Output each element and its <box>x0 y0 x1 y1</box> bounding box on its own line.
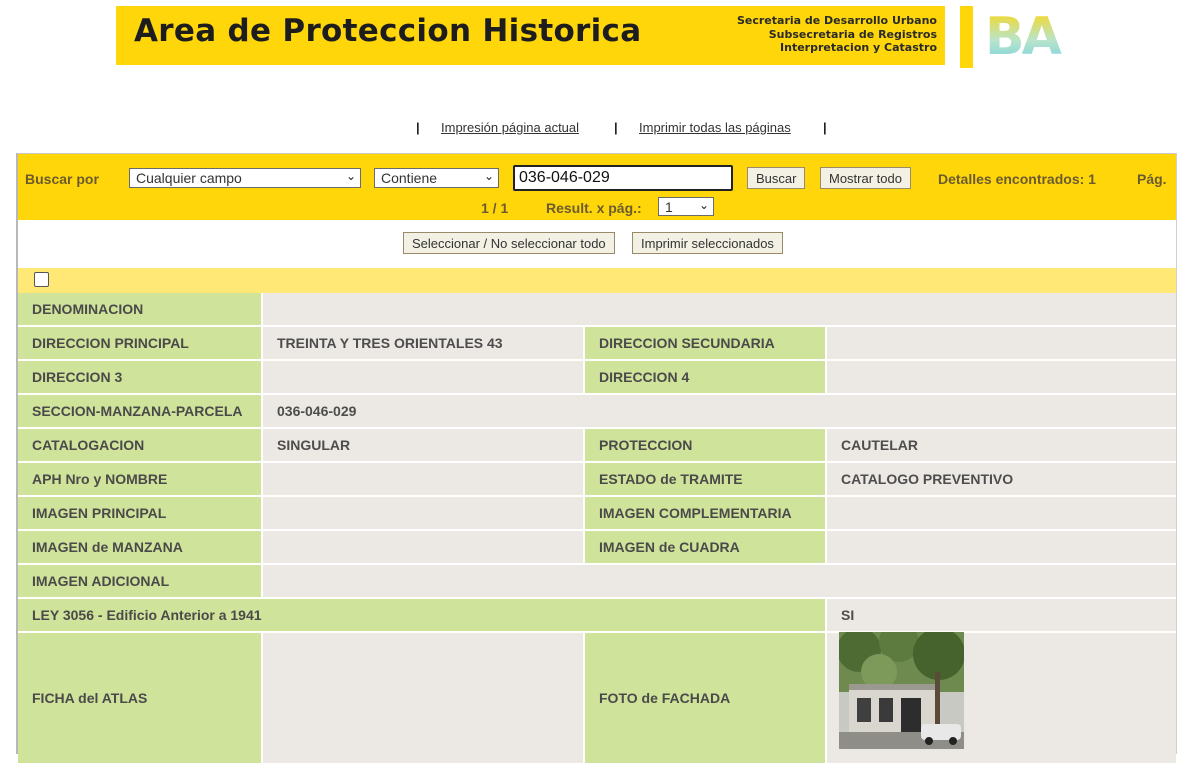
value-imagen-principal <box>263 497 583 529</box>
search-button[interactable]: Buscar <box>747 167 806 189</box>
value-seccion-manzana-parcela: 036-046-029 <box>263 395 1176 427</box>
label-imagen-principal: IMAGEN PRINCIPAL <box>18 497 261 529</box>
org-line-1: Secretaria de Desarrollo Urbano <box>736 14 937 27</box>
print-current-page-link[interactable]: Impresión página actual <box>441 120 579 135</box>
label-imagen-cuadra: IMAGEN de CUADRA <box>585 531 825 563</box>
label-seccion-manzana-parcela: SECCION-MANZANA-PARCELA <box>18 395 261 427</box>
label-direccion-secundaria: DIRECCION SECUNDARIA <box>585 327 825 359</box>
label-estado-tramite: ESTADO de TRAMITE <box>585 463 825 495</box>
value-denominacion <box>263 293 1176 325</box>
label-imagen-complementaria: IMAGEN COMPLEMENTARIA <box>585 497 825 529</box>
print-all-pages-link[interactable]: Imprimir todas las páginas <box>639 120 791 135</box>
value-catalogacion: SINGULAR <box>263 429 583 461</box>
value-imagen-manzana <box>263 531 583 563</box>
label-aph: APH Nro y NOMBRE <box>18 463 261 495</box>
value-imagen-cuadra <box>827 531 1176 563</box>
results-per-page-value: 1 <box>665 199 673 215</box>
label-imagen-adicional: IMAGEN ADICIONAL <box>18 565 261 597</box>
actions-bar: Seleccionar / No seleccionar todo Imprim… <box>18 220 1176 268</box>
value-ficha-atlas <box>263 633 583 763</box>
banner-divider <box>960 6 973 68</box>
records-found-text: Detalles encontrados: 1 <box>938 171 1096 187</box>
value-imagen-complementaria <box>827 497 1176 529</box>
label-direccion-principal: DIRECCION PRINCIPAL <box>18 327 261 359</box>
value-direccion-4 <box>827 361 1176 393</box>
svg-text:BA: BA <box>985 10 1062 60</box>
operator-select[interactable]: Contiene ⌄ <box>374 168 499 188</box>
value-direccion-secundaria <box>827 327 1176 359</box>
label-ley-3056: LEY 3056 - Edificio Anterior a 1941 <box>18 599 825 631</box>
value-aph <box>263 463 583 495</box>
search-input[interactable]: 036-046-029 <box>513 165 733 191</box>
results-per-page-select[interactable]: 1 ⌄ <box>658 197 714 216</box>
pagination-text: 1 / 1 <box>481 200 509 216</box>
label-foto-fachada: FOTO de FACHADA <box>585 633 825 763</box>
header-banner: Area de Proteccion Historica Secretaria … <box>116 6 945 65</box>
record-checkbox[interactable] <box>34 272 49 287</box>
value-imagen-adicional <box>263 565 1176 597</box>
facade-photo[interactable] <box>839 632 964 749</box>
label-direccion-3: DIRECCION 3 <box>18 361 261 393</box>
value-proteccion: CAUTELAR <box>827 429 1176 461</box>
chevron-down-icon: ⌄ <box>345 169 356 183</box>
print-selected-button[interactable]: Imprimir seleccionados <box>632 232 783 254</box>
page-label: Pág. <box>1137 171 1167 187</box>
page-title: Area de Proteccion Historica <box>134 13 642 49</box>
org-lines: Secretaria de Desarrollo Urbano Subsecre… <box>737 14 937 55</box>
field-select[interactable]: Cualquier campo ⌄ <box>129 168 361 188</box>
label-denominacion: DENOMINACION <box>18 293 261 325</box>
print-links-bar: | Impresión página actual | Imprimir tod… <box>0 118 1200 138</box>
record-select-row <box>18 268 1176 293</box>
field-select-value: Cualquier campo <box>136 170 242 186</box>
label-catalogacion: CATALOGACION <box>18 429 261 461</box>
show-all-button[interactable]: Mostrar todo <box>820 167 911 189</box>
label-direccion-4: DIRECCION 4 <box>585 361 825 393</box>
separator: | <box>614 120 618 135</box>
label-proteccion: PROTECCION <box>585 429 825 461</box>
org-line-2: Subsecretaria de Registros <box>768 27 937 41</box>
value-direccion-principal: TREINTA Y TRES ORIENTALES 43 <box>263 327 583 359</box>
value-ley-3056: SI <box>827 599 1176 631</box>
operator-select-value: Contiene <box>381 170 438 186</box>
chevron-down-icon: ⌄ <box>698 198 709 212</box>
chevron-down-icon: ⌄ <box>483 169 494 183</box>
ba-logo: BA <box>985 10 1065 60</box>
value-direccion-3 <box>263 361 583 393</box>
results-frame: Buscar por Cualquier campo ⌄ Contiene ⌄ … <box>16 153 1177 763</box>
search-by-label: Buscar por <box>25 171 99 187</box>
search-bar: Buscar por Cualquier campo ⌄ Contiene ⌄ … <box>18 154 1176 220</box>
results-per-page-label: Result. x pág.: <box>546 200 642 216</box>
org-line-3: Interpretacion y Catastro <box>780 41 937 54</box>
label-ficha-atlas: FICHA del ATLAS <box>18 633 261 763</box>
value-estado-tramite: CATALOGO PREVENTIVO <box>827 463 1176 495</box>
select-all-button[interactable]: Seleccionar / No seleccionar todo <box>403 232 615 254</box>
label-imagen-manzana: IMAGEN de MANZANA <box>18 531 261 563</box>
separator: | <box>416 120 420 135</box>
separator: | <box>823 120 827 135</box>
